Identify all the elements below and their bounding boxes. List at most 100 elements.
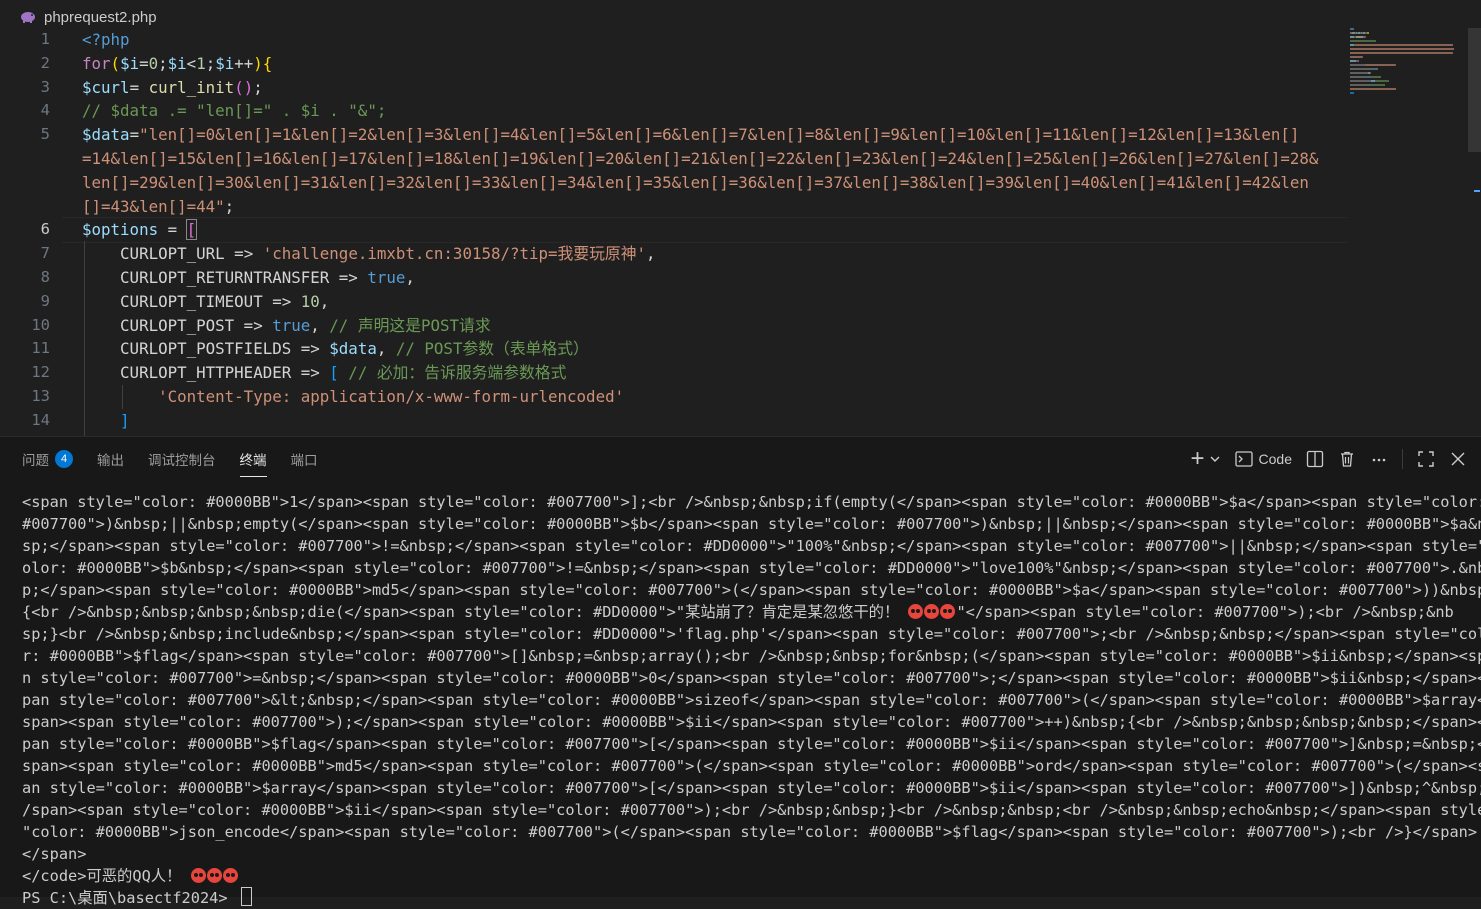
terminal-line: </code>可恶的QQ人！ — [22, 865, 1464, 887]
terminal-line: sp;}<br />&nbsp;&nbsp;include&nbsp;</spa… — [22, 625, 1481, 643]
line-number: 6 — [40, 220, 50, 239]
terminal-output[interactable]: <span style="color: #0000BB">1</span><sp… — [22, 491, 1481, 909]
line-number: 2 — [40, 53, 50, 72]
more-actions-button[interactable] — [1370, 450, 1388, 468]
panel-tab[interactable]: 调试控制台 — [148, 441, 216, 477]
angry-face-emoji-icon — [940, 604, 956, 619]
angry-face-emoji-icon — [222, 868, 238, 883]
minimap-strip — [1350, 76, 1363, 78]
breadcrumb[interactable]: phprequest2.php — [20, 6, 157, 28]
code-line: CURLOPT_TIMEOUT => 10, — [82, 290, 329, 314]
panel-actions: + Code — [1177, 437, 1467, 481]
code-token: = — [129, 125, 140, 145]
minimap-strip — [1372, 84, 1385, 86]
code-token: <?php — [82, 30, 130, 49]
code-line: =14&len[]=15&len[]=16&len[]=17&len[]=18&… — [82, 147, 1318, 171]
minimap-strip — [1377, 80, 1389, 82]
code-token: true — [272, 315, 311, 335]
code-token: true — [367, 268, 406, 287]
minimap-strip — [1350, 84, 1368, 86]
terminal-instance-button[interactable]: Code — [1234, 451, 1292, 467]
code-line: 'Content-Type: application/x-www-form-ur… — [82, 385, 624, 409]
minimap-strip — [1370, 72, 1371, 74]
minimap-strip — [1350, 64, 1362, 66]
terminal-line: #007700">)&nbsp;||&nbsp;empty(</span><sp… — [22, 515, 1481, 533]
code-token: CURLOPT_RETURNTRANSFER — [82, 268, 330, 287]
terminal-line: sp;</span><span style="color: #007700">!… — [22, 537, 1481, 555]
panel-tab[interactable]: 端口 — [291, 441, 318, 477]
new-terminal-button[interactable]: + — [1190, 445, 1221, 472]
terminal-line: PS C:\桌面\basectf2024> — [22, 887, 1464, 909]
line-number: 3 — [40, 77, 50, 96]
panel-tab-label: 终端 — [239, 453, 267, 468]
minimap-strip — [1358, 60, 1359, 62]
code-token: () — [234, 77, 254, 97]
panel-tab-label: 端口 — [290, 453, 318, 468]
code-token: $curl — [82, 77, 130, 97]
editor-scrollbar-thumb[interactable] — [1468, 28, 1481, 152]
panel-tabs: 问题 4 输出 调试控制台 终端 端口 — [10, 437, 330, 481]
code-line: $options = [ — [82, 218, 198, 242]
terminal-line: /span><span style="color: #0000BB">$ii</… — [22, 801, 1481, 819]
code-line: for($i=0;$i<1;$i++){ — [82, 52, 272, 76]
code-token: =14&len[]=15&len[]=16&len[]=17&len[]=18&… — [82, 149, 1319, 168]
minimap-strip — [1350, 68, 1371, 70]
bottom-panel: 问题 4 输出 调试控制台 终端 端口 + Code <span style="… — [0, 436, 1481, 907]
code-token: => — [329, 268, 368, 287]
panel-tab[interactable]: 问题 4 — [22, 441, 73, 477]
code-token: ; — [253, 77, 263, 97]
code-token: ; — [205, 53, 216, 73]
code-token: ; — [224, 196, 235, 216]
editor[interactable]: phprequest2.php 1 2 3 4 5 6 7 8 9 10 11 12 13 14 <?ph… — [0, 0, 1481, 436]
code-token: , — [646, 244, 656, 264]
php-elephant-icon — [21, 12, 35, 23]
code-token: 1 — [196, 53, 206, 73]
minimap-strip — [1355, 44, 1453, 46]
line-number: 7 — [40, 244, 50, 263]
code-token: = — [158, 220, 187, 240]
minimap-strip — [1365, 36, 1366, 38]
code-token: CURLOPT_TIMEOUT — [82, 291, 263, 311]
terminal-line: </span> — [22, 845, 87, 863]
code-token: ] — [82, 410, 130, 430]
angry-face-emoji-icon — [924, 604, 940, 619]
panel-tab-label: 调试控制台 — [148, 453, 216, 468]
terminal-cursor — [240, 887, 252, 906]
minimap[interactable] — [1350, 28, 1468, 118]
code-token: , — [405, 268, 415, 287]
code-token: 0 — [148, 53, 159, 73]
code-token: []=43&len[]=44" — [82, 196, 225, 216]
file-name: phprequest2.php — [44, 8, 157, 26]
code-token: curl_init — [148, 77, 235, 97]
code-token: = — [129, 77, 149, 97]
split-terminal-button[interactable] — [1306, 450, 1324, 468]
code-token: // POST参数（表单格式） — [395, 339, 589, 359]
panel-tab-label: 输出 — [97, 453, 124, 468]
terminal-line: {<br />&nbsp;&nbsp;&nbsp;&nbsp;die(</spa… — [22, 603, 1454, 621]
maximize-panel-button[interactable] — [1417, 450, 1435, 468]
code-token: => — [291, 339, 330, 359]
line-number: 14 — [31, 410, 50, 429]
code-token: = — [139, 53, 149, 73]
code-token: CURLOPT_URL — [82, 244, 225, 264]
close-panel-button[interactable] — [1449, 450, 1467, 468]
terminal-line: "color: #0000BB">json_encode</span><span… — [22, 823, 1478, 841]
line-number: 9 — [40, 291, 50, 310]
code-token: => — [291, 363, 330, 383]
plus-icon: + — [1190, 445, 1205, 472]
kill-terminal-button[interactable] — [1338, 450, 1356, 468]
code-token: [ — [329, 363, 339, 383]
code-line: ] — [82, 409, 130, 433]
terminal-line: pan style="color: #0000BB">$flag</span><… — [22, 735, 1481, 753]
code-token: $data — [329, 339, 377, 359]
chevron-down-icon — [1210, 456, 1220, 462]
panel-tab[interactable]: 输出 — [97, 441, 124, 477]
minimap-strip — [1350, 56, 1362, 58]
code-token: { — [262, 53, 273, 73]
terminal-name: Code — [1258, 451, 1292, 467]
code-line: <?php — [82, 28, 130, 52]
code-line: []=43&len[]=44"; — [82, 195, 234, 219]
panel-tab[interactable]: 终端 — [239, 441, 267, 477]
code-token: ++ — [234, 53, 254, 73]
code-token: => — [262, 291, 301, 311]
